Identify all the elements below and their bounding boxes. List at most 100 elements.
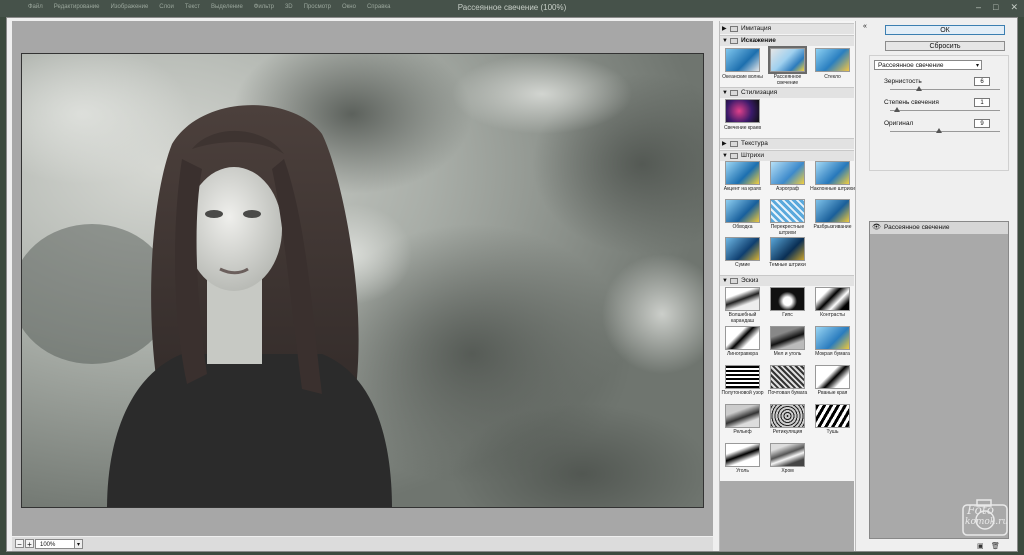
folder-icon bbox=[730, 90, 738, 96]
thumb-contrast[interactable] bbox=[815, 287, 850, 311]
thumb-charcoal[interactable] bbox=[725, 443, 760, 467]
thumb-ocean-ripple[interactable] bbox=[725, 48, 760, 72]
thumb-label: Гипс bbox=[782, 312, 793, 318]
category-label: Текстура bbox=[741, 140, 768, 147]
thumb-label: Наклонные штрихи bbox=[810, 186, 855, 192]
expanded-icon: ▼ bbox=[722, 38, 728, 44]
thumb-label: Рассеянное свечение bbox=[773, 74, 802, 86]
graininess-input[interactable]: 6 bbox=[974, 77, 990, 86]
eye-icon[interactable]: 👁 bbox=[872, 224, 881, 232]
glow-amount-slider-track[interactable] bbox=[890, 110, 1000, 111]
thumb-halftone[interactable] bbox=[725, 365, 760, 389]
thumb-label: Аэрограф bbox=[775, 186, 800, 192]
thumb-plaster[interactable] bbox=[770, 287, 805, 311]
thumb-linocut[interactable] bbox=[725, 326, 760, 350]
thumb-chrome[interactable] bbox=[770, 443, 805, 467]
folder-icon bbox=[730, 26, 738, 32]
category-texture[interactable]: ▶ Текстура bbox=[720, 138, 854, 149]
thumb-torn-edges[interactable] bbox=[815, 365, 850, 389]
collapsed-icon: ▶ bbox=[722, 141, 727, 147]
thumb-reticulation[interactable] bbox=[770, 404, 805, 428]
param-label-clear-amount: Оригинал bbox=[884, 120, 914, 127]
thumb-label: Почтовая бумага bbox=[767, 390, 808, 396]
reset-button[interactable]: Сбросить bbox=[885, 41, 1005, 51]
maximize-icon[interactable]: □ bbox=[993, 2, 998, 13]
glow-amount-slider-handle[interactable] bbox=[894, 107, 900, 112]
zoom-in-button[interactable]: + bbox=[25, 539, 34, 549]
category-stylize[interactable]: ▼ Стилизация bbox=[720, 87, 854, 98]
thumb-accented-edges[interactable] bbox=[725, 161, 760, 185]
thumb-ink-outlines[interactable] bbox=[725, 199, 760, 223]
thumb-spatter[interactable] bbox=[815, 199, 850, 223]
param-label-glow-amount: Степень свечения bbox=[884, 99, 939, 106]
thumb-emboss[interactable] bbox=[725, 404, 760, 428]
thumb-label: Полутоновой узор bbox=[721, 390, 764, 396]
close-icon[interactable]: ✕ bbox=[1010, 2, 1018, 13]
thumb-chalk-charcoal[interactable] bbox=[770, 326, 805, 350]
window-controls: – □ ✕ bbox=[976, 2, 1018, 13]
thumb-glass[interactable] bbox=[815, 48, 850, 72]
thumb-label: Рваные края bbox=[817, 390, 848, 396]
thumb-wet-paper[interactable] bbox=[815, 326, 850, 350]
collapse-gallery-icon[interactable]: « bbox=[863, 23, 867, 30]
category-label: Имитация bbox=[741, 25, 772, 32]
thumb-glowing-edges[interactable] bbox=[725, 99, 760, 123]
zoom-dropdown[interactable]: ▾ bbox=[74, 539, 83, 549]
thumb-label: Ретикуляция bbox=[772, 429, 803, 435]
category-distort[interactable]: ▼ Искажение bbox=[720, 35, 854, 46]
filter-settings: Рассеянное свечение ▾ Зернистость 6 Степ… bbox=[869, 55, 1009, 171]
thumb-label: Волшебный карандаш bbox=[728, 312, 757, 324]
zoom-out-button[interactable]: − bbox=[15, 539, 24, 549]
filter-select-value: Рассеянное свечение bbox=[878, 62, 944, 69]
clear-amount-slider-handle[interactable] bbox=[936, 128, 942, 133]
thumb-sumi-e[interactable] bbox=[725, 237, 760, 261]
watermark-logo: Foto komok.ru bbox=[955, 495, 1015, 547]
thumb-label: Разбрызгивание bbox=[813, 224, 852, 230]
graininess-slider-track[interactable] bbox=[890, 89, 1000, 90]
thumb-label: Линогравюра bbox=[727, 351, 758, 357]
category-brush-strokes[interactable]: ▼ Штрихи bbox=[720, 150, 854, 161]
thumb-bas-relief[interactable] bbox=[725, 287, 760, 311]
thumb-label: Обводка bbox=[732, 224, 753, 230]
ok-button[interactable]: ОК bbox=[885, 25, 1005, 35]
preview-image bbox=[21, 53, 704, 508]
chevron-down-icon: ▾ bbox=[975, 63, 979, 69]
expanded-icon: ▼ bbox=[722, 153, 728, 159]
thumb-airbrush[interactable] bbox=[770, 161, 805, 185]
thumb-ink[interactable] bbox=[815, 404, 850, 428]
thumb-label: Сумие bbox=[734, 262, 751, 268]
glow-amount-input[interactable]: 1 bbox=[974, 98, 990, 107]
filter-gallery: ▶ Имитация ▼ Искажение Океанские волны Р… bbox=[719, 21, 856, 551]
effect-layer-row[interactable]: 👁 Рассеянное свечение bbox=[870, 222, 1008, 234]
category-imitation[interactable]: ▶ Имитация bbox=[720, 23, 854, 34]
watermark-text-2: komok.ru bbox=[965, 517, 1009, 527]
zoom-field[interactable]: 100% bbox=[35, 539, 77, 549]
settings-panel: « ОК Сбросить Рассеянное свечение ▾ Зерн… bbox=[859, 21, 1017, 551]
expanded-icon: ▼ bbox=[722, 278, 728, 284]
thumb-diffuse-glow[interactable] bbox=[768, 46, 807, 74]
watermark-text-1: Foto bbox=[967, 503, 994, 517]
window-title: Рассеянное свечение (100%) bbox=[457, 3, 567, 12]
portrait-photo bbox=[22, 54, 703, 507]
preview-area[interactable] bbox=[12, 21, 713, 536]
folder-icon bbox=[730, 141, 738, 147]
clear-amount-slider-track[interactable] bbox=[890, 131, 1000, 132]
thumb-dark-strokes[interactable] bbox=[770, 237, 805, 261]
thumb-note-paper[interactable] bbox=[770, 365, 805, 389]
thumb-label: Контрасты bbox=[820, 312, 845, 318]
thumb-label: Мокрая бумага bbox=[815, 351, 850, 357]
thumb-label: Перекрестные штрихи bbox=[770, 224, 805, 236]
thumb-angled-strokes[interactable] bbox=[815, 161, 850, 185]
filter-select[interactable]: Рассеянное свечение ▾ bbox=[874, 60, 982, 70]
minimize-icon[interactable]: – bbox=[976, 2, 981, 13]
clear-amount-input[interactable]: 9 bbox=[974, 119, 990, 128]
effect-layers-panel: 👁 Рассеянное свечение bbox=[869, 221, 1009, 539]
thumb-crosshatch[interactable] bbox=[770, 199, 805, 223]
category-label: Стилизация bbox=[741, 89, 778, 96]
thumb-label: Акцент на краях bbox=[723, 186, 762, 192]
category-sketch[interactable]: ▼ Эскиз bbox=[720, 275, 854, 286]
thumb-label: Океанские волны bbox=[722, 74, 763, 80]
thumb-label: Рельеф bbox=[733, 429, 752, 435]
thumb-label: Свечение краев bbox=[723, 125, 762, 131]
graininess-slider-handle[interactable] bbox=[916, 86, 922, 91]
